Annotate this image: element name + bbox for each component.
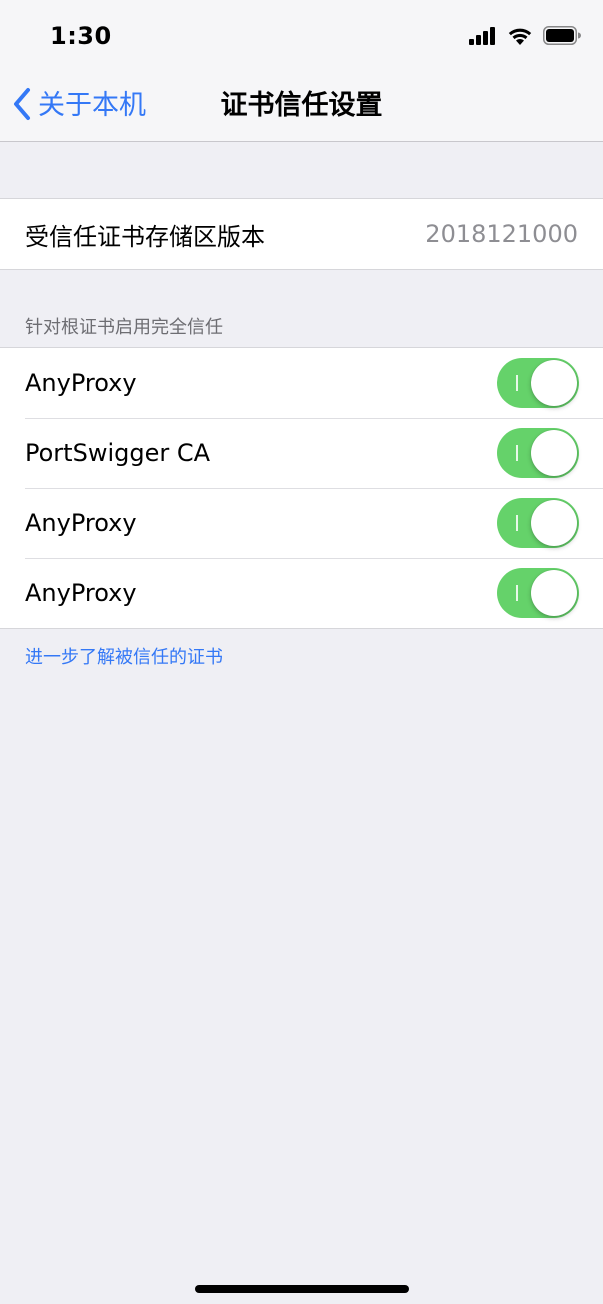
- toggle-knob: [531, 500, 577, 546]
- trust-store-version-value: 2018121000: [425, 220, 578, 248]
- trust-store-version-row: 受信任证书存储区版本 2018121000: [0, 199, 603, 269]
- back-button[interactable]: 关于本机: [12, 86, 146, 126]
- trust-store-group: 受信任证书存储区版本 2018121000: [0, 198, 603, 270]
- back-button-label: 关于本机: [38, 90, 146, 121]
- certificate-trust-toggle[interactable]: [497, 428, 579, 478]
- toggle-on-mark: [516, 515, 518, 531]
- battery-icon: [543, 26, 581, 49]
- navigation-bar: 关于本机 证书信任设置: [0, 72, 603, 142]
- certificate-name: PortSwigger CA: [25, 439, 211, 467]
- certificate-trust-toggle[interactable]: [497, 498, 579, 548]
- wifi-icon: [507, 26, 533, 49]
- certificates-group: AnyProxy PortSwigger CA AnyProxy AnyProx…: [0, 347, 603, 629]
- chevron-left-icon: [12, 87, 32, 125]
- status-bar: 1:30: [0, 0, 603, 72]
- section-header: 针对根证书启用完全信任: [25, 317, 223, 338]
- certificate-row: AnyProxy: [0, 488, 603, 558]
- toggle-on-mark: [516, 375, 518, 391]
- certificate-name: AnyProxy: [25, 579, 137, 607]
- status-time: 1:30: [50, 22, 112, 50]
- trust-store-version-label: 受信任证书存储区版本: [25, 222, 265, 251]
- learn-more-link[interactable]: 进一步了解被信任的证书: [25, 643, 223, 669]
- certificate-trust-toggle[interactable]: [497, 358, 579, 408]
- toggle-knob: [531, 430, 577, 476]
- toggle-knob: [531, 360, 577, 406]
- toggle-on-mark: [516, 585, 518, 601]
- certificate-trust-toggle[interactable]: [497, 568, 579, 618]
- cellular-signal-icon: [469, 27, 497, 49]
- home-indicator[interactable]: [195, 1285, 409, 1293]
- certificate-row: AnyProxy: [0, 348, 603, 418]
- status-icons: [469, 26, 581, 49]
- toggle-on-mark: [516, 445, 518, 461]
- toggle-knob: [531, 570, 577, 616]
- certificate-name: AnyProxy: [25, 509, 137, 537]
- certificate-row: PortSwigger CA: [0, 418, 603, 488]
- certificate-name: AnyProxy: [25, 369, 137, 397]
- certificate-row: AnyProxy: [0, 558, 603, 628]
